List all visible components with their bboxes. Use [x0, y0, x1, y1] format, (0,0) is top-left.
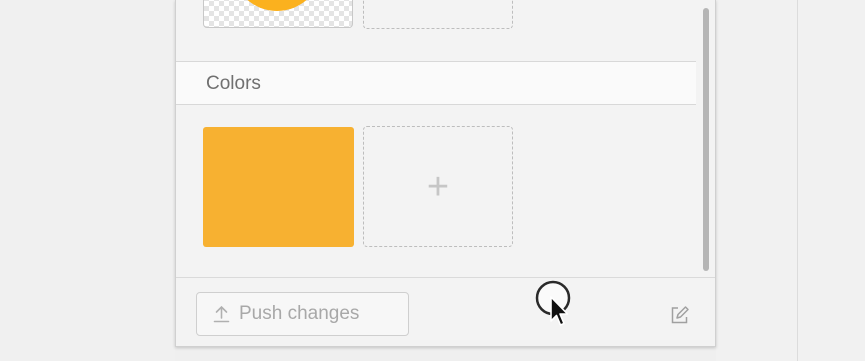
edit-icon[interactable] [670, 305, 690, 325]
canvas-background-right [716, 0, 865, 361]
push-changes-label: Push changes [239, 303, 360, 324]
mouse-cursor-icon [535, 280, 571, 326]
colors-section-title: Colors [206, 73, 261, 94]
plus-icon: + [426, 165, 450, 208]
image-asset-tile[interactable] [203, 0, 353, 28]
panel-footer: Push changes [176, 277, 715, 346]
add-image-tile[interactable] [363, 0, 513, 29]
vertical-scrollbar[interactable] [703, 8, 709, 271]
image-thumbnail-circle [232, 0, 322, 11]
colors-section-header: Colors [176, 61, 696, 105]
column-divider [797, 0, 798, 361]
canvas-background-left [0, 0, 175, 361]
add-color-tile[interactable]: + [363, 126, 513, 247]
library-panel: Colors + Push changes [175, 0, 716, 347]
color-swatch[interactable] [203, 127, 354, 247]
push-changes-button[interactable]: Push changes [196, 292, 409, 336]
upload-arrow-icon [213, 305, 230, 323]
